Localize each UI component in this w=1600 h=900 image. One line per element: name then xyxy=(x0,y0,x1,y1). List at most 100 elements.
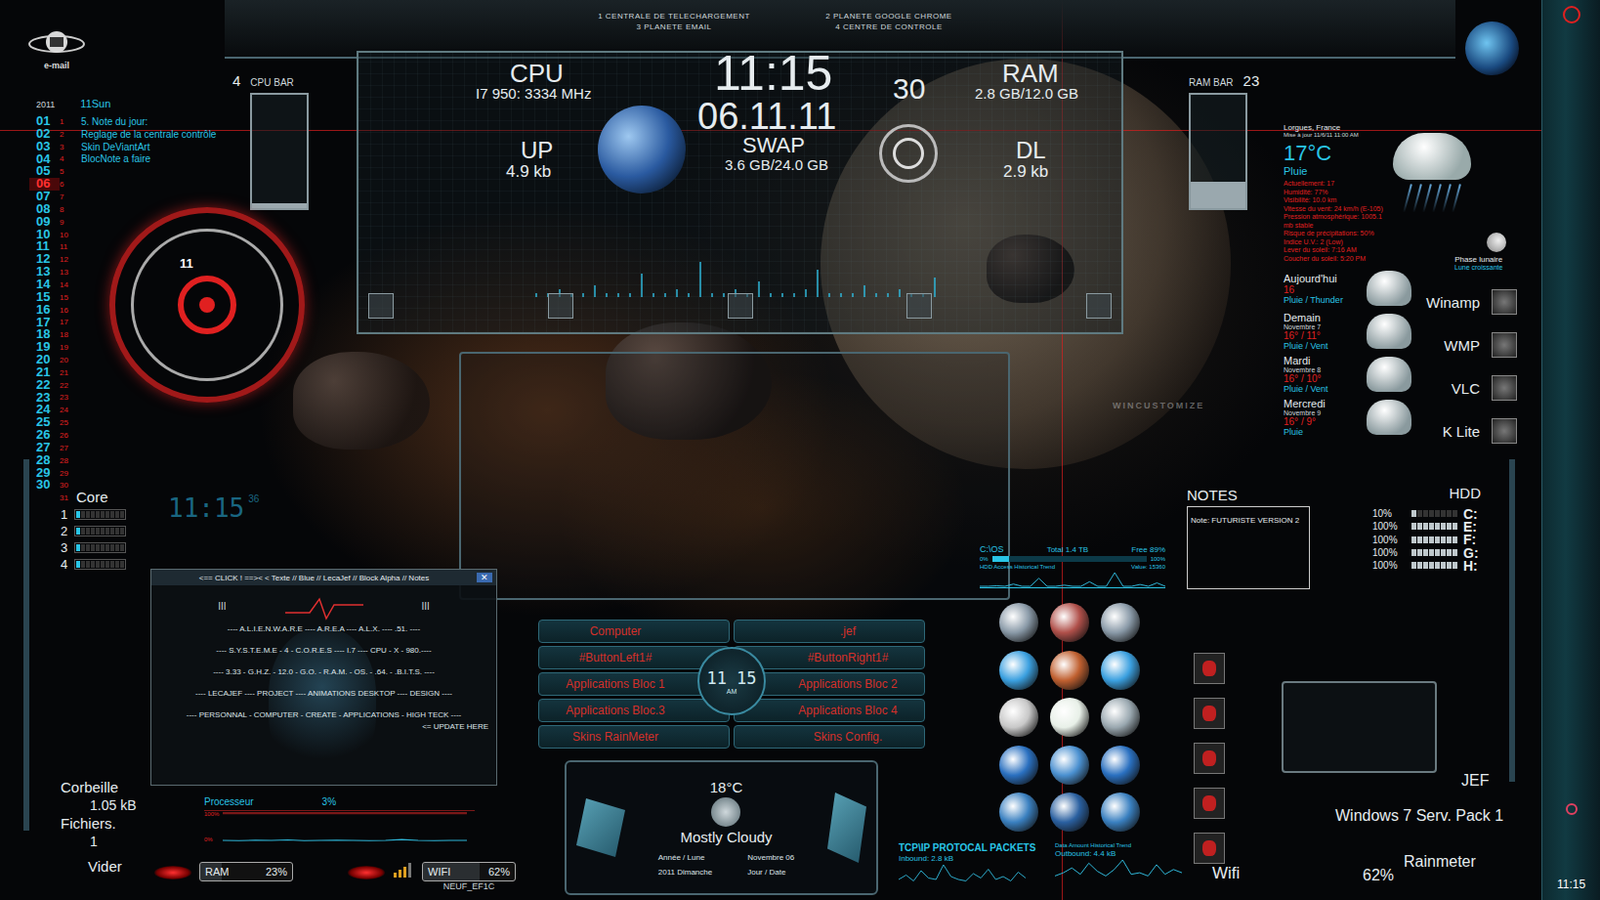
globe-icon[interactable] xyxy=(999,792,1039,832)
app-name[interactable]: Rainmeter xyxy=(1403,852,1476,871)
menu-item[interactable]: 4 CENTRE DE CONTROLE xyxy=(781,22,997,32)
app-icon[interactable] xyxy=(1193,742,1225,774)
globe-icon[interactable] xyxy=(1100,745,1140,785)
launcher-button[interactable]: Skins RainMeter xyxy=(538,724,730,749)
calendar-day[interactable]: 29 xyxy=(29,466,60,480)
ring-clock[interactable]: 11 xyxy=(109,207,305,403)
media-item[interactable]: K Lite xyxy=(1421,418,1517,444)
hdd-row: 100% H: xyxy=(1372,558,1495,572)
notes-window-title[interactable]: <== CLICK ! ==>< < Texte // Blue // Leca… xyxy=(155,573,473,583)
calendar-day[interactable]: 21 xyxy=(29,366,60,379)
calendar-day[interactable]: 14 xyxy=(29,278,60,292)
scroll-right[interactable]: III xyxy=(421,600,430,612)
launcher-button[interactable]: .jef xyxy=(733,619,926,643)
calendar-day[interactable]: 06 xyxy=(29,177,60,191)
app-icon[interactable] xyxy=(1193,787,1225,819)
hud-square[interactable] xyxy=(727,293,754,319)
taskbar-clock[interactable]: 11:15 xyxy=(1557,877,1586,891)
calendar-day[interactable]: 28 xyxy=(29,454,60,467)
note-line[interactable]: 5. Note du jour: xyxy=(71,116,148,127)
record-icon[interactable] xyxy=(1565,802,1578,815)
calendar-day[interactable]: 03 xyxy=(29,140,60,154)
notes-window[interactable]: <== CLICK ! ==>< < Texte // Blue // Leca… xyxy=(150,568,498,786)
calendar-day[interactable]: 01 xyxy=(29,115,60,128)
globe-icon[interactable] xyxy=(1100,697,1140,737)
calendar-day[interactable]: 12 xyxy=(29,252,60,266)
media-item[interactable]: VLC xyxy=(1421,375,1517,401)
hud-square[interactable] xyxy=(368,293,394,319)
calendar-day[interactable]: 20 xyxy=(29,353,60,367)
cpu-info: I7 950: 3334 MHz xyxy=(475,85,591,101)
globe-icon[interactable] xyxy=(1050,650,1090,690)
calendar-day[interactable]: 17 xyxy=(29,316,60,330)
launcher-button[interactable]: Applications Bloc 4 xyxy=(733,698,926,722)
calendar-day[interactable]: 23 xyxy=(29,391,60,405)
calendar-day[interactable]: 11 xyxy=(29,240,60,253)
processor-meter: Processeur 3% 100% 0% xyxy=(204,796,475,843)
calendar-day[interactable]: 04 xyxy=(29,153,60,167)
disk-bar-row: 0% 100% xyxy=(979,555,1166,562)
calendar-day[interactable]: 16 xyxy=(29,303,60,317)
calendar-day[interactable]: 30 xyxy=(29,478,60,492)
globe-icon[interactable] xyxy=(1100,650,1140,690)
globe-icon[interactable] xyxy=(999,602,1039,642)
globe-icon[interactable] xyxy=(1465,21,1519,76)
calendar-day[interactable]: 24 xyxy=(29,403,60,417)
calendar-day[interactable]: 25 xyxy=(29,416,60,429)
app-icon[interactable] xyxy=(1193,832,1225,864)
calendar-day[interactable]: 09 xyxy=(29,215,60,229)
launcher-button[interactable]: Skins Config. xyxy=(733,724,926,749)
globe-icon[interactable] xyxy=(999,697,1039,737)
calendar-day[interactable]: 02 xyxy=(29,127,60,141)
hud-square[interactable] xyxy=(1086,293,1112,319)
media-item[interactable]: WMP xyxy=(1421,332,1517,358)
note-line[interactable]: Reglage de la centrale contrôle xyxy=(71,128,216,140)
calendar-day[interactable]: 15 xyxy=(29,291,60,304)
calendar-day[interactable]: 26 xyxy=(29,428,60,442)
empty-bin-button[interactable]: Vider xyxy=(60,857,136,875)
globe-icon[interactable] xyxy=(1100,602,1140,642)
target-icon[interactable] xyxy=(879,124,938,183)
traffic-bar xyxy=(711,293,714,297)
hud-square[interactable] xyxy=(547,293,574,319)
calendar-day[interactable]: 22 xyxy=(29,378,60,392)
earth-icon[interactable] xyxy=(597,105,686,194)
note-line[interactable]: BlocNote a faire xyxy=(71,153,151,165)
taskbar: 11:15 xyxy=(1541,0,1600,900)
cpu-bar: 4 CPU BAR xyxy=(232,72,309,211)
globe-icon[interactable] xyxy=(999,650,1039,690)
power-icon[interactable] xyxy=(1562,5,1581,24)
hdd-segment xyxy=(1417,561,1423,569)
app-icon[interactable] xyxy=(1193,652,1225,684)
globe-icon[interactable] xyxy=(1050,745,1090,785)
globe-icon[interactable] xyxy=(999,745,1039,785)
menu-item[interactable]: 2 PLANETE GOOGLE CHROME xyxy=(781,11,997,21)
calendar-day[interactable]: 27 xyxy=(29,441,60,455)
launcher-button[interactable]: Computer xyxy=(538,619,730,643)
notes-box[interactable]: Note: FUTURISTE VERSION 2 xyxy=(1186,505,1310,590)
calendar-day[interactable]: 08 xyxy=(29,203,60,216)
app-icon[interactable] xyxy=(1193,697,1225,729)
globe-icon[interactable] xyxy=(1100,792,1140,832)
calendar-day[interactable]: 05 xyxy=(29,165,60,178)
core-segment xyxy=(115,544,120,551)
menu-item[interactable]: 1 CENTRALE DE TELECHARGEMENT xyxy=(566,11,782,21)
calendar-day[interactable]: 19 xyxy=(29,340,60,354)
update-link[interactable]: <= UPDATE HERE xyxy=(159,721,489,731)
calendar-day[interactable]: 13 xyxy=(29,265,60,279)
forecast-temp: 16° / 9° xyxy=(1283,416,1367,427)
scroll-left[interactable]: III xyxy=(217,600,226,612)
calendar-day[interactable]: 07 xyxy=(29,190,60,204)
calendar-day[interactable]: 10 xyxy=(29,228,60,242)
globe-icon[interactable] xyxy=(1050,697,1090,737)
globe-icon[interactable] xyxy=(1050,792,1090,832)
media-item[interactable]: Winamp xyxy=(1421,289,1517,315)
email-logo[interactable]: e-mail xyxy=(21,27,92,71)
menu-item[interactable]: 3 PLANETE EMAIL xyxy=(566,22,782,32)
calendar-day[interactable]: 18 xyxy=(29,328,60,341)
globe-icon[interactable] xyxy=(1050,602,1090,642)
hud-square[interactable] xyxy=(906,293,932,319)
note-line[interactable]: Skin DeViantArt xyxy=(71,141,150,153)
launcher-button[interactable]: Applications Bloc.3 xyxy=(538,698,730,722)
close-button[interactable]: ✕ xyxy=(476,572,493,583)
